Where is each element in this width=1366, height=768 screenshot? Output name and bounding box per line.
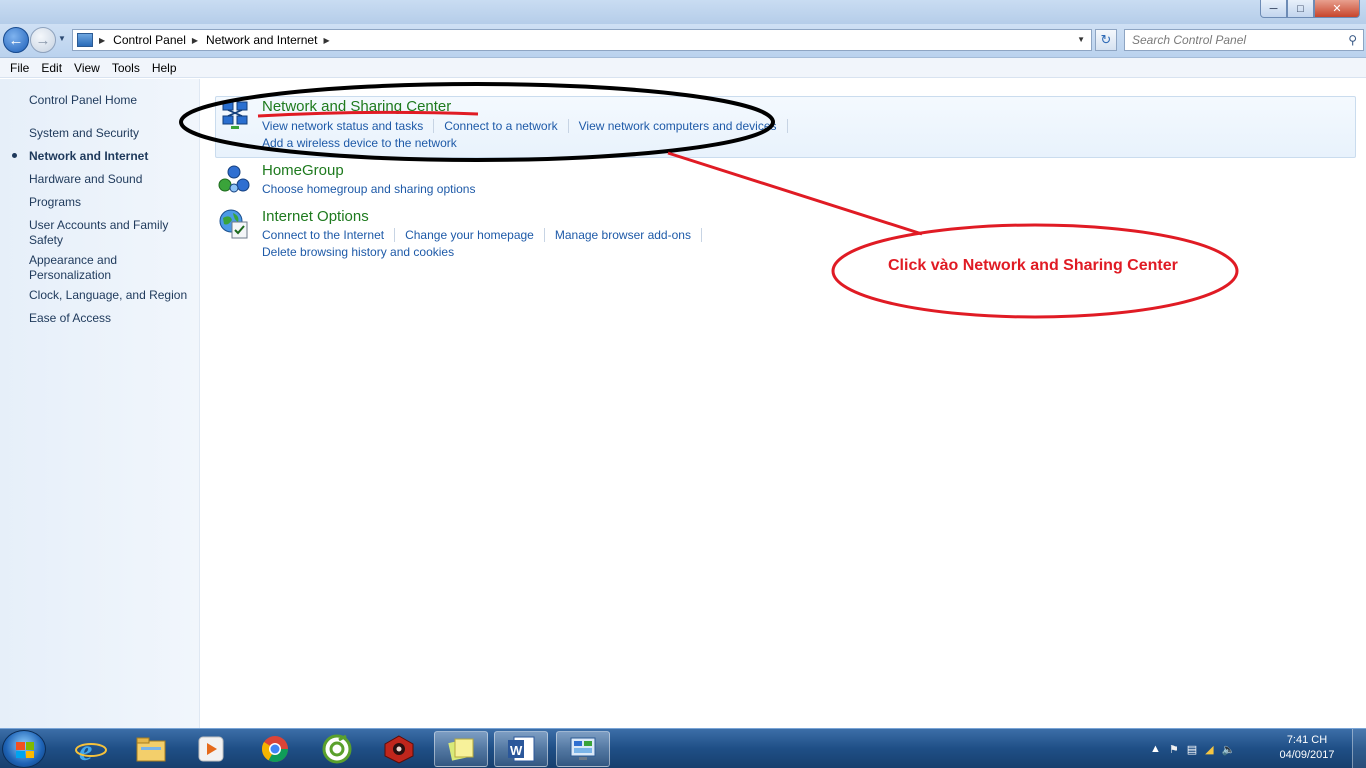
- show-desktop-button[interactable]: [1352, 729, 1366, 768]
- navigation-bar: ← → ▼ ▶ Control Panel ▶ Network and Inte…: [0, 24, 1366, 58]
- sidebar-item-ease-of-access[interactable]: Ease of Access: [29, 311, 194, 326]
- menu-help[interactable]: Help: [146, 61, 183, 75]
- title-bar: ─ □ ✕: [0, 0, 1366, 24]
- red-app-icon: [384, 735, 414, 764]
- sidebar-item-user-accounts[interactable]: User Accounts and Family Safety: [29, 218, 194, 248]
- volume-icon[interactable]: 🔈: [1222, 743, 1236, 756]
- chevron-right-icon[interactable]: ▶: [323, 36, 329, 45]
- link-view-network-status[interactable]: View network status and tasks: [262, 119, 435, 133]
- svg-text:e: e: [79, 734, 92, 765]
- close-button[interactable]: ✕: [1314, 0, 1360, 18]
- svg-text:W: W: [510, 743, 523, 758]
- menu-edit[interactable]: Edit: [35, 61, 68, 75]
- recent-pages-dropdown-icon[interactable]: ▼: [58, 34, 66, 43]
- minimize-button[interactable]: ─: [1260, 0, 1287, 18]
- breadcrumb-control-panel[interactable]: Control Panel: [113, 33, 186, 47]
- sidebar-item-network-and-internet: Network and Internet: [29, 149, 149, 163]
- taskbar-clock[interactable]: 7:41 CH 04/09/2017: [1272, 733, 1342, 763]
- breadcrumb-network-and-internet[interactable]: Network and Internet: [206, 33, 317, 47]
- refresh-button[interactable]: ↻: [1095, 29, 1117, 51]
- start-button[interactable]: [2, 730, 46, 768]
- link-connect-to-network[interactable]: Connect to a network: [444, 119, 569, 133]
- internet-explorer-icon: e: [75, 734, 107, 765]
- link-connect-to-internet[interactable]: Connect to the Internet: [262, 228, 396, 242]
- window-controls: ─ □ ✕: [1260, 0, 1360, 18]
- link-add-wireless-device[interactable]: Add a wireless device to the network: [262, 136, 457, 150]
- taskbar-app-sticky-notes[interactable]: [434, 731, 488, 767]
- taskbar-app-red[interactable]: [372, 731, 426, 767]
- taskbar-app-internet-explorer[interactable]: e: [64, 731, 118, 767]
- network-sharing-icon: [222, 101, 248, 129]
- internet-options-links: Connect to the Internet Change your home…: [262, 228, 712, 242]
- sidebar-item-appearance[interactable]: Appearance and Personalization: [29, 253, 194, 283]
- taskbar: e W ▲ ⚑ ▤ ◢ 🔈 7:41 CH 04/09/2017: [0, 728, 1366, 768]
- sidebar-item-control-panel-home[interactable]: Control Panel Home: [29, 93, 194, 108]
- menu-tools[interactable]: Tools: [106, 61, 146, 75]
- category-title-homegroup[interactable]: HomeGroup: [262, 162, 344, 179]
- address-bar[interactable]: ▶ Control Panel ▶ Network and Internet ▶…: [72, 29, 1092, 51]
- search-box[interactable]: ⚲: [1124, 29, 1364, 51]
- annotation-text: Click vào Network and Sharing Center: [888, 257, 1178, 274]
- chrome-icon: [261, 736, 289, 763]
- sidebar: Control Panel Home System and Security N…: [0, 79, 200, 728]
- chevron-right-icon[interactable]: ▶: [99, 36, 105, 45]
- internet-options-icon: [219, 209, 248, 239]
- refresh-icon: ↻: [1100, 32, 1112, 47]
- forward-button[interactable]: →: [30, 27, 56, 53]
- taskbar-app-coccoc[interactable]: [310, 731, 364, 767]
- search-icon[interactable]: ⚲: [1348, 33, 1357, 47]
- taskbar-app-chrome[interactable]: [248, 731, 302, 767]
- homegroup-icon: [218, 165, 250, 193]
- menu-view[interactable]: View: [68, 61, 106, 75]
- word-icon: W: [508, 736, 535, 762]
- search-input[interactable]: [1132, 33, 1332, 47]
- link-delete-browsing-history[interactable]: Delete browsing history and cookies: [262, 245, 454, 259]
- category-title-network-sharing[interactable]: Network and Sharing Center: [262, 98, 451, 115]
- link-manage-addons[interactable]: Manage browser add-ons: [555, 228, 702, 242]
- coccoc-icon: [322, 734, 352, 764]
- taskbar-app-control-panel[interactable]: [556, 731, 610, 767]
- taskbar-app-windows-explorer[interactable]: [124, 731, 178, 767]
- sticky-notes-icon: [448, 738, 474, 761]
- system-tray: ▲ ⚑ ▤ ◢ 🔈: [1150, 729, 1235, 768]
- taskbar-app-word[interactable]: W: [494, 731, 548, 767]
- address-dropdown-icon[interactable]: ▼: [1077, 35, 1085, 44]
- action-center-icon[interactable]: ⚑: [1169, 743, 1179, 756]
- show-hidden-icons[interactable]: ▲: [1150, 743, 1161, 755]
- taskbar-app-media-player[interactable]: [184, 731, 238, 767]
- maximize-button[interactable]: □: [1287, 0, 1314, 18]
- link-view-network-computers[interactable]: View network computers and devices: [579, 119, 788, 133]
- back-button[interactable]: ←: [3, 27, 29, 53]
- link-homegroup-options[interactable]: Choose homegroup and sharing options: [262, 182, 475, 196]
- signal-strength-icon[interactable]: ◢: [1205, 743, 1213, 756]
- sidebar-item-clock-language-region[interactable]: Clock, Language, and Region: [29, 288, 194, 303]
- sidebar-item-hardware-and-sound[interactable]: Hardware and Sound: [29, 172, 194, 187]
- network-status-icon[interactable]: ▤: [1187, 743, 1197, 756]
- chevron-right-icon[interactable]: ▶: [192, 36, 198, 45]
- control-panel-icon: [77, 33, 93, 47]
- sidebar-item-programs[interactable]: Programs: [29, 195, 194, 210]
- control-panel-taskbar-icon: [570, 737, 596, 760]
- main-content: Network and Sharing Center View network …: [201, 79, 1366, 728]
- windows-logo-icon: [16, 742, 34, 758]
- active-bullet-icon: [12, 153, 17, 158]
- clock-date: 04/09/2017: [1279, 749, 1335, 761]
- menu-bar: File Edit View Tools Help: [0, 58, 1366, 78]
- link-change-homepage[interactable]: Change your homepage: [405, 228, 545, 242]
- sidebar-item-system-and-security[interactable]: System and Security: [29, 126, 194, 141]
- folder-icon: [136, 737, 166, 762]
- network-sharing-links: View network status and tasks Connect to…: [262, 119, 798, 133]
- clock-time: 7:41 CH: [1286, 734, 1328, 746]
- media-player-icon: [198, 736, 224, 762]
- menu-file[interactable]: File: [4, 61, 35, 75]
- category-title-internet-options[interactable]: Internet Options: [262, 208, 369, 225]
